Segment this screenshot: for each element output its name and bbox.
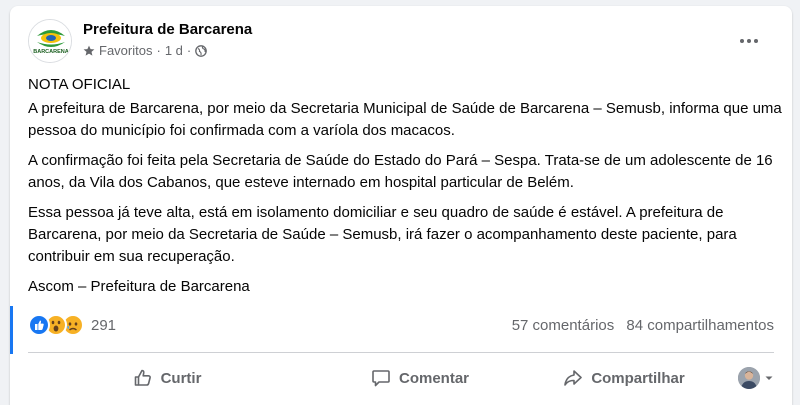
share-button[interactable]: Compartilhar [524,360,724,396]
chevron-down-icon [765,376,773,380]
more-dot-icon [740,39,744,43]
user-avatar [738,367,760,389]
barcarena-logo: BARCARENA [29,20,71,62]
actions-divider [28,352,774,353]
post-paragraph: A confirmação foi feita pela Secretaria … [28,152,773,191]
comment-button[interactable]: Comentar [316,360,524,396]
post-card: BARCARENA Prefeitura de Barcarena Favori… [10,6,792,405]
thumbs-up-icon [134,369,151,386]
like-button[interactable]: Curtir [88,360,246,396]
page-avatar[interactable]: BARCARENA [28,19,72,63]
share-arrow-icon [564,370,583,386]
meta-separator: · [156,43,161,58]
post-paragraph: Essa pessoa já teve alta, está em isolam… [28,204,737,265]
meta-separator: · [186,43,192,58]
post-time[interactable]: 1 d [165,43,183,58]
reactions-count[interactable]: 291 [91,317,116,334]
post-paragraph: Ascom – Prefeitura de Barcarena [28,278,250,295]
comment-bubble-icon [372,370,390,387]
shares-count[interactable]: 84 compartilhamentos [626,317,774,334]
share-label: Compartilhar [591,369,685,387]
comment-label: Comentar [398,369,469,387]
post-paragraph: NOTA OFICIAL [28,76,131,93]
post-stats: 291 57 comentários 84 compartilhamentos [28,311,774,339]
like-reaction-icon [28,314,50,336]
comments-count[interactable]: 57 comentários [512,317,615,334]
post-meta: Favoritos · 1 d · [83,43,208,58]
post-text: NOTA OFICIAL A prefeitura de Barcarena, … [28,74,784,306]
post-actions: Curtir Comentar Compartilhar [28,356,774,400]
react-as-selector[interactable] [738,360,774,396]
like-label: Curtir [160,369,202,387]
audience-label[interactable]: Favoritos [99,43,152,58]
engagement-counts: 57 comentários 84 compartilhamentos [512,317,774,334]
globe-icon [195,44,208,57]
post-paragraph: A prefeitura de Barcarena, por meio da S… [28,100,782,139]
more-options-button[interactable] [734,29,764,53]
svg-text:BARCARENA: BARCARENA [33,49,68,55]
post-header: BARCARENA Prefeitura de Barcarena Favori… [28,19,778,69]
reactions-summary[interactable]: 291 [28,314,116,336]
more-dot-icon [747,39,751,43]
page-name[interactable]: Prefeitura de Barcarena [83,21,252,38]
focus-indicator [10,306,13,354]
star-icon [83,45,95,56]
more-dot-icon [754,39,758,43]
